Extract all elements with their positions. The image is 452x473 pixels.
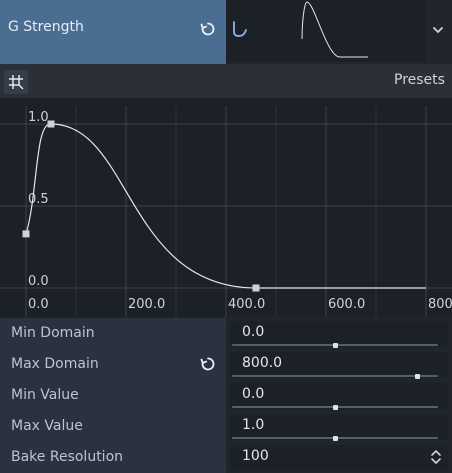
property-value: 800.0	[242, 355, 283, 371]
spinbox-arrows-icon[interactable]	[430, 448, 442, 466]
curve-properties: Min Domain 0.0 Max Domain 800.0 Min Value 0.0…	[0, 318, 452, 473]
x-tick-label: 400.0	[228, 297, 265, 312]
presets-button[interactable]: Presets	[394, 72, 445, 88]
curve-point-handle[interactable]	[252, 284, 260, 292]
y-tick-label: 0.0	[28, 274, 49, 289]
slider-thumb[interactable]	[333, 435, 338, 441]
slider-thumb[interactable]	[415, 373, 421, 379]
value-slider[interactable]	[232, 373, 438, 379]
property-row-max-value: Max Value 1.0	[0, 411, 452, 442]
property-label-text: Max Value	[11, 418, 83, 434]
value-slider[interactable]	[232, 435, 438, 441]
curve-chart[interactable]: 0.0 200.0 400.0 600.0 800 1.0 0.5 0.0	[0, 98, 452, 317]
x-tick-label: 200.0	[128, 297, 165, 312]
curve-icon	[232, 20, 248, 38]
property-label-text: Bake Resolution	[11, 449, 124, 465]
property-row-min-domain: Min Domain 0.0	[0, 318, 452, 349]
max-value-field[interactable]: 1.0	[230, 414, 448, 441]
property-row-bake-resolution: Bake Resolution 100	[0, 442, 452, 473]
curve-point-handle[interactable]	[47, 120, 55, 128]
curve-point-handle[interactable]	[22, 230, 30, 238]
property-label-text: Min Domain	[11, 325, 95, 341]
property-label-text: Min Value	[11, 387, 79, 403]
slider-thumb[interactable]	[333, 342, 338, 348]
x-tick-label: 600.0	[328, 297, 365, 312]
max-domain-field[interactable]: 800.0	[230, 352, 448, 379]
property-name: G Strength	[8, 19, 84, 35]
x-tick-label: 0.0	[28, 297, 49, 312]
curve-toolbar	[0, 64, 452, 99]
grid-snap-icon[interactable]	[4, 70, 28, 94]
grid-lines	[0, 106, 452, 317]
tick-labels: 0.0 200.0 400.0 600.0 800 1.0 0.5 0.0	[28, 110, 452, 312]
property-label: Min Value	[0, 380, 226, 411]
property-value: 0.0	[242, 386, 265, 402]
property-label: Min Domain	[0, 318, 226, 349]
y-tick-label: 0.5	[28, 192, 49, 207]
property-row-min-value: Min Value 0.0	[0, 380, 452, 411]
min-domain-field[interactable]: 0.0	[230, 321, 448, 348]
revert-icon[interactable]	[200, 21, 218, 39]
y-tick-label: 1.0	[28, 110, 49, 125]
property-label: Max Domain	[0, 349, 226, 380]
property-label: Max Value	[0, 411, 226, 442]
chevron-down-icon[interactable]	[428, 18, 448, 42]
property-value: 100	[242, 448, 269, 464]
value-slider[interactable]	[232, 404, 438, 410]
slider-thumb[interactable]	[333, 404, 338, 410]
revert-icon[interactable]	[200, 356, 216, 372]
property-value: 1.0	[242, 417, 265, 433]
property-label-text: Max Domain	[11, 356, 99, 372]
property-row-max-domain: Max Domain 800.0	[0, 349, 452, 380]
property-label: Bake Resolution	[0, 442, 226, 473]
min-value-field[interactable]: 0.0	[230, 383, 448, 410]
property-value: 0.0	[242, 324, 265, 340]
value-slider[interactable]	[232, 342, 438, 348]
x-tick-label: 800	[428, 297, 452, 312]
bake-resolution-field[interactable]: 100	[230, 445, 448, 471]
curve-preview-thumbnail	[301, 1, 368, 58]
